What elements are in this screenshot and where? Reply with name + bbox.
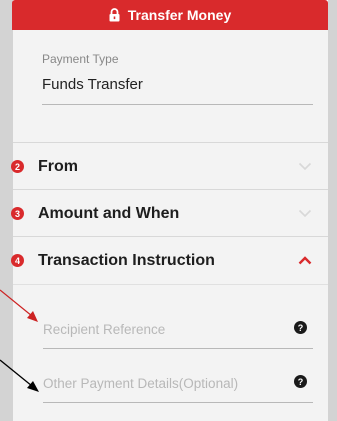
other-payment-details-placeholder: Other Payment Details(Optional) [43, 376, 239, 391]
section-title: From [38, 157, 78, 175]
chevron-up-icon[interactable] [298, 252, 312, 270]
lock-icon [109, 8, 120, 22]
chevron-down-icon[interactable] [298, 205, 312, 223]
payment-type-label: Payment Type [42, 52, 119, 66]
other-payment-details-input[interactable]: Other Payment Details(Optional) [43, 374, 313, 404]
step-number-badge: 4 [11, 254, 24, 267]
step-number-badge: 3 [11, 207, 24, 220]
other-payment-details-underline [43, 402, 313, 403]
payment-type-field[interactable]: Payment Type Funds Transfer [13, 30, 328, 142]
section-transaction-instruction[interactable]: 4 Transaction Instruction [11, 236, 328, 284]
payment-type-underline [42, 104, 313, 105]
help-icon[interactable]: ? [294, 321, 307, 334]
recipient-reference-underline [43, 348, 313, 349]
step-number-badge: 2 [11, 160, 24, 173]
recipient-reference-placeholder: Recipient Reference [43, 322, 166, 337]
header-bar: Transfer Money [12, 0, 328, 30]
device-bezel-right [328, 0, 337, 421]
section-title: Transaction Instruction [38, 251, 215, 269]
transfer-money-screen: Transfer Money Payment Type Funds Transf… [0, 0, 337, 421]
section-title: Amount and When [38, 204, 180, 222]
help-icon[interactable]: ? [294, 375, 307, 388]
section-amount-and-when[interactable]: 3 Amount and When [11, 189, 328, 237]
recipient-reference-input[interactable]: Recipient Reference [43, 320, 313, 350]
header-title: Transfer Money [127, 7, 232, 23]
chevron-down-icon[interactable] [298, 158, 312, 176]
payment-type-value: Funds Transfer [42, 76, 143, 93]
section-from[interactable]: 2 From [11, 142, 328, 190]
